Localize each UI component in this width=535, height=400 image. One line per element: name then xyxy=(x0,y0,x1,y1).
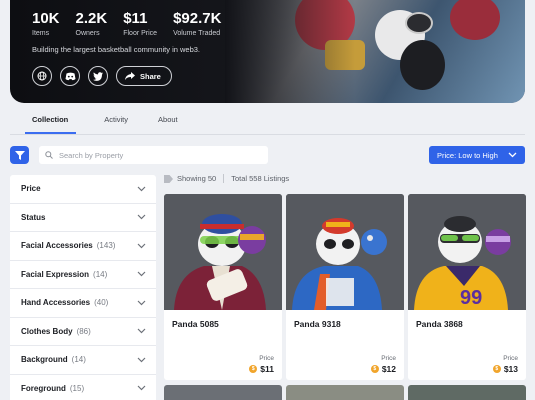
total-listings: Total 558 Listings xyxy=(231,174,290,183)
filter-count: (40) xyxy=(94,298,109,308)
price-label: Price xyxy=(259,355,274,362)
nft-card[interactable]: Panda 9318 Price $ $12 xyxy=(286,194,404,380)
discord-icon xyxy=(65,72,75,80)
banner-artwork xyxy=(225,0,525,103)
nft-image: 99 xyxy=(408,194,526,310)
collection-stats: 10K Items 2.2K Owners $11 Floor Price $9… xyxy=(32,10,221,37)
nft-price: $ $12 xyxy=(370,364,396,374)
discord-link[interactable] xyxy=(60,66,80,86)
filter-sidebar: Price Status Facial Accessories (143) Fac… xyxy=(10,175,156,400)
property-search[interactable] xyxy=(39,146,268,164)
filter-label: Facial Expression xyxy=(21,269,90,279)
chevron-down-icon xyxy=(137,243,146,249)
search-icon xyxy=(45,151,53,159)
price-label: Price xyxy=(381,355,396,362)
stat-value: $11 xyxy=(123,10,148,27)
filter-price[interactable]: Price xyxy=(10,175,156,204)
filter-background[interactable]: Background (14) xyxy=(10,346,156,375)
nft-image xyxy=(286,194,404,310)
stat-value: 2.2K xyxy=(75,10,108,27)
stat-label: Items xyxy=(32,30,50,37)
social-links: Share xyxy=(32,66,172,86)
chevron-down-icon xyxy=(137,300,146,306)
filter-count: (86) xyxy=(76,326,91,336)
chevron-down-icon xyxy=(137,214,146,220)
filter-label: Status xyxy=(21,212,46,222)
chevron-down-icon xyxy=(137,186,146,192)
chevron-down-icon xyxy=(137,357,146,363)
stat-label: Volume Traded xyxy=(173,30,221,37)
filter-count: (14) xyxy=(93,269,108,279)
nft-card[interactable]: Panda 5085 Price $ $11 xyxy=(164,194,282,380)
nft-name: Panda 5085 xyxy=(172,319,219,329)
filter-facial-accessories[interactable]: Facial Accessories (143) xyxy=(10,232,156,261)
listing-summary: Showing 50 Total 558 Listings xyxy=(164,174,289,183)
coin-icon: $ xyxy=(249,365,258,373)
tag-icon xyxy=(164,174,173,183)
sort-dropdown[interactable]: Price: Low to High xyxy=(429,146,525,164)
tab-about[interactable]: About xyxy=(150,114,186,134)
nft-card-partial[interactable] xyxy=(408,385,526,400)
filter-label: Facial Accessories xyxy=(21,241,93,251)
filter-hand-accessories[interactable]: Hand Accessories (40) xyxy=(10,289,156,318)
filter-status[interactable]: Status xyxy=(10,204,156,232)
nft-image xyxy=(164,194,282,310)
filter-count: (14) xyxy=(71,355,86,365)
stat-floor-price: $11 Floor Price xyxy=(123,10,157,37)
stat-items: 10K Items xyxy=(32,10,60,37)
filter-label: Background xyxy=(21,355,68,365)
filter-foreground[interactable]: Foreground (15) xyxy=(10,375,156,400)
share-icon xyxy=(125,72,135,80)
collection-banner: 10K Items 2.2K Owners $11 Floor Price $9… xyxy=(10,0,525,103)
filter-clothes-body[interactable]: Clothes Body (86) xyxy=(10,318,156,346)
filter-label: Clothes Body xyxy=(21,326,73,336)
nft-price: $ $13 xyxy=(492,364,518,374)
stat-label: Floor Price xyxy=(123,30,158,37)
nft-name: Panda 3868 xyxy=(416,319,463,329)
stat-label: Owners xyxy=(75,30,100,37)
share-label: Share xyxy=(140,71,161,81)
price-label: Price xyxy=(503,355,518,362)
jersey-number: 99 xyxy=(460,287,482,309)
stat-value: 10K xyxy=(32,10,60,27)
tab-collection[interactable]: Collection xyxy=(25,114,77,134)
filter-label: Foreground xyxy=(21,383,66,393)
chevron-down-icon xyxy=(137,328,146,334)
price-value: $13 xyxy=(503,364,518,374)
filter-count: (143) xyxy=(96,241,116,251)
share-button[interactable]: Share xyxy=(116,66,172,86)
filter-count: (15) xyxy=(69,383,85,393)
filter-label: Hand Accessories xyxy=(21,298,91,308)
nft-name: Panda 9318 xyxy=(294,319,341,329)
stat-volume-traded: $92.7K Volume Traded xyxy=(173,10,221,37)
chevron-down-icon xyxy=(137,271,146,277)
tabs-divider xyxy=(10,134,525,135)
twitter-icon xyxy=(93,71,103,81)
nft-card[interactable]: 99 Panda 3868 Price $ $13 xyxy=(408,194,526,380)
collection-tabs: Collection Activity About xyxy=(25,114,186,134)
nft-card-partial[interactable] xyxy=(164,385,282,400)
sort-label: Price: Low to High xyxy=(437,150,498,160)
chevron-down-icon xyxy=(508,152,517,158)
filter-icon xyxy=(14,150,25,160)
filter-toggle-button[interactable] xyxy=(10,146,29,164)
coin-icon: $ xyxy=(370,365,379,373)
price-value: $12 xyxy=(381,364,396,374)
globe-icon xyxy=(37,71,47,81)
search-input[interactable] xyxy=(59,150,259,160)
collection-tagline: Building the largest basketball communit… xyxy=(32,45,201,54)
showing-count: Showing 50 xyxy=(177,174,217,183)
coin-icon: $ xyxy=(492,365,501,373)
twitter-link[interactable] xyxy=(88,66,108,86)
stat-owners: 2.2K Owners xyxy=(76,10,108,37)
price-value: $11 xyxy=(260,364,274,374)
nft-price: $ $11 xyxy=(249,364,274,374)
filter-label: Price xyxy=(21,184,41,194)
website-link[interactable] xyxy=(32,66,52,86)
tab-activity[interactable]: Activity xyxy=(96,114,136,134)
filter-facial-expression[interactable]: Facial Expression (14) xyxy=(10,261,156,289)
nft-card-partial[interactable] xyxy=(286,385,404,400)
stat-value: $92.7K xyxy=(173,10,222,27)
chevron-down-icon xyxy=(137,385,146,391)
